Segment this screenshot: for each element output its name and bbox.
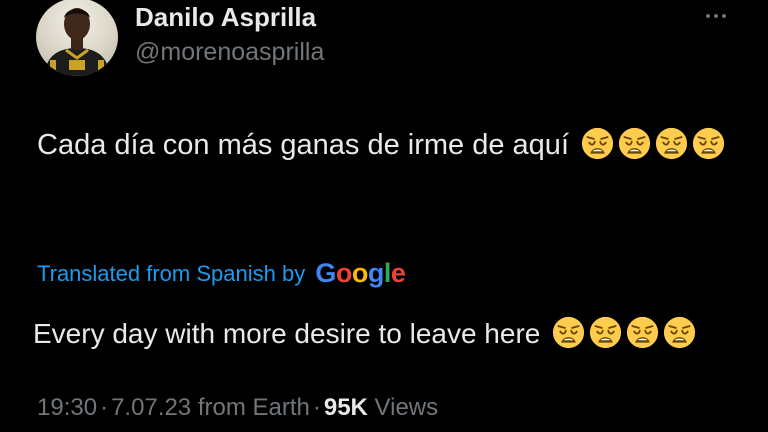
google-letter: G bbox=[315, 258, 336, 288]
translation-text-content: Every day with more desire to leave here bbox=[33, 318, 541, 349]
handle[interactable]: @morenoasprilla bbox=[135, 38, 324, 67]
tweet-text-content: Cada día con más ganas de irme de aquí bbox=[37, 129, 569, 161]
google-letter: e bbox=[390, 258, 406, 288]
translated-label[interactable]: Translated from Spanish by Google bbox=[37, 258, 406, 289]
weary-face-emoji bbox=[618, 127, 651, 160]
weary-face-emoji bbox=[581, 127, 614, 160]
more-dot bbox=[722, 14, 726, 18]
tweet-time[interactable]: 19:30 bbox=[37, 394, 97, 421]
avatar[interactable] bbox=[36, 0, 118, 76]
google-letter: g bbox=[367, 258, 385, 288]
weary-face-emoji bbox=[552, 316, 585, 349]
google-letter: o bbox=[351, 258, 369, 288]
translation-emoji-group bbox=[548, 316, 696, 349]
tweet: Danilo Asprilla @morenoasprilla Cada día… bbox=[0, 0, 768, 432]
more-options-button[interactable] bbox=[696, 0, 736, 32]
tweet-emoji-group bbox=[577, 127, 725, 161]
meta-separator: · bbox=[100, 394, 109, 421]
weary-face-emoji bbox=[626, 316, 659, 349]
translation-text: Every day with more desire to leave here bbox=[33, 314, 743, 354]
views-label[interactable]: Views bbox=[375, 394, 439, 421]
weary-face-emoji bbox=[692, 127, 725, 160]
meta-separator: · bbox=[312, 394, 321, 421]
weary-face-emoji bbox=[589, 316, 622, 349]
google-letter: o bbox=[335, 258, 353, 288]
translated-label-text: Translated from Spanish by bbox=[37, 261, 306, 286]
tweet-source: from Earth bbox=[197, 394, 310, 421]
tweet-text: Cada día con más ganas de irme de aquí bbox=[37, 124, 727, 167]
more-dot bbox=[714, 14, 718, 18]
weary-face-emoji bbox=[655, 127, 688, 160]
tweet-meta: 19:30 · 7.07.23 from Earth · 95K Views bbox=[37, 394, 438, 422]
display-name[interactable]: Danilo Asprilla bbox=[135, 2, 316, 33]
views-count[interactable]: 95K bbox=[324, 394, 368, 421]
weary-face-emoji bbox=[663, 316, 696, 349]
google-letter: l bbox=[383, 258, 392, 288]
tweet-date[interactable]: 7.07.23 bbox=[111, 394, 191, 421]
google-logo: Google bbox=[315, 258, 406, 289]
more-horizontal-icon bbox=[706, 14, 710, 18]
